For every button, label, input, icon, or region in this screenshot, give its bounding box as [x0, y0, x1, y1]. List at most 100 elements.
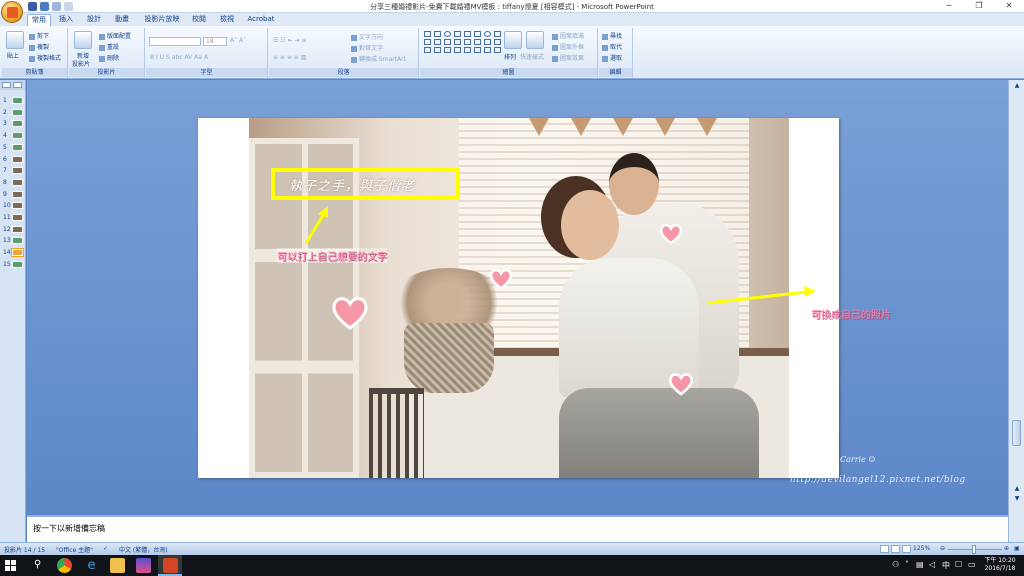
align-text-button[interactable]: 對齊文字 — [351, 43, 383, 52]
slide-thumbnail-image[interactable] — [12, 237, 23, 245]
shape-effects-button[interactable]: 圖案效果 — [552, 53, 584, 62]
slide-thumbnail[interactable]: 2 — [2, 108, 24, 118]
slide-thumbnail[interactable]: 7 — [2, 166, 24, 176]
chrome-icon[interactable] — [57, 558, 72, 573]
spellcheck-icon[interactable]: ✓ — [103, 545, 108, 552]
tab-animations[interactable]: 動畫 — [111, 14, 133, 26]
fit-slide-icon[interactable]: ▣ — [1014, 545, 1020, 552]
delete-slide-button[interactable]: 刪除 — [99, 53, 119, 62]
reset-button[interactable]: 重設 — [99, 42, 119, 51]
select-button[interactable]: 選取 — [602, 53, 622, 62]
outline-tab[interactable] — [13, 82, 22, 88]
slide-thumbnail-image[interactable] — [12, 108, 23, 116]
shape-outline-button[interactable]: 圖案外框 — [552, 42, 584, 51]
font-format-buttons[interactable]: B I U S abc AV Aa A — [150, 54, 208, 61]
app-icon[interactable] — [136, 558, 151, 573]
slide-thumbnail[interactable]: 5 — [2, 143, 24, 153]
volume-icon[interactable]: ◁ — [929, 560, 935, 569]
zoom-level[interactable]: 125% — [913, 545, 930, 552]
slide-thumbnail[interactable]: 9 — [2, 190, 24, 200]
powerpoint-icon[interactable] — [163, 558, 178, 573]
grow-font-button[interactable]: A˄ A˅ — [230, 37, 246, 44]
slide-thumbnail-image[interactable] — [12, 167, 23, 175]
scroll-thumb[interactable] — [1012, 420, 1021, 446]
slides-tab[interactable] — [2, 82, 11, 88]
slide-thumbnail[interactable]: 6 — [2, 155, 24, 165]
replace-button[interactable]: 取代 — [602, 42, 622, 51]
slide-sorter-button[interactable] — [891, 545, 900, 553]
tab-insert[interactable]: 插入 — [55, 14, 77, 26]
slide-thumbnail-image[interactable] — [12, 155, 23, 163]
tab-home[interactable]: 常用 — [27, 14, 51, 26]
shapes-gallery[interactable] — [424, 31, 502, 53]
paste-button[interactable]: 貼上 — [7, 51, 19, 60]
cut-button[interactable]: 剪下 — [29, 31, 49, 40]
notes-scrollbar[interactable] — [1008, 515, 1024, 542]
layout-button[interactable]: 版面配置 — [99, 31, 131, 40]
new-slide-icon[interactable] — [74, 31, 92, 49]
zoom-out-icon[interactable]: ⊖ — [940, 545, 945, 552]
slide-thumbnail[interactable]: 11 — [2, 213, 24, 223]
people-icon[interactable]: ⚇ — [892, 560, 899, 569]
slideshow-button[interactable] — [902, 545, 911, 553]
list-buttons[interactable]: ☰ ☷ ⇤ ⇥ ≡ — [273, 37, 306, 44]
font-size-combo[interactable]: 18 — [203, 37, 227, 46]
format-painter-button[interactable]: 複製格式 — [29, 53, 61, 62]
language-indicator[interactable]: 中文 (繁體，台灣) — [119, 545, 168, 554]
office-button[interactable] — [1, 1, 23, 23]
slide-thumbnail-image[interactable] — [12, 225, 23, 233]
zoom-in-icon[interactable]: ⊕ — [1004, 545, 1009, 552]
slide-canvas[interactable]: 執子之手，與子偕老 — [198, 118, 839, 478]
slide-thumbnail-image[interactable] — [12, 214, 23, 221]
tab-acrobat[interactable]: Acrobat — [244, 14, 278, 26]
slide-thumbnail-image[interactable] — [12, 202, 23, 210]
edge-icon[interactable]: e — [84, 558, 99, 573]
quote-frame[interactable]: 執子之手，與子偕老 — [271, 168, 460, 200]
windows-start-icon[interactable] — [5, 560, 16, 571]
slide-thumbnail[interactable]: 1 — [2, 96, 24, 106]
restore-button[interactable]: ❐ — [964, 0, 994, 13]
slide-thumbnail[interactable]: 15 — [2, 260, 24, 270]
tab-design[interactable]: 設計 — [83, 14, 105, 26]
align-buttons[interactable]: ≡ ≡ ≡ ≡ ▥ — [273, 54, 306, 61]
slide-thumbnail[interactable]: 14 — [2, 248, 24, 258]
next-slide-icon[interactable]: ▼ — [1013, 495, 1021, 503]
notes-pane[interactable]: 按一下以新增備忘稿 — [27, 515, 1008, 542]
system-clock[interactable]: 下午 10:20 2016/7/18 — [980, 557, 1020, 573]
smartart-button[interactable]: 轉換成 SmartArt — [351, 54, 406, 63]
quick-styles-button[interactable]: 快速樣式 — [520, 52, 544, 61]
tab-review[interactable]: 校閱 — [188, 14, 210, 26]
normal-view-button[interactable] — [880, 545, 889, 553]
slide-thumbnail[interactable]: 8 — [2, 178, 24, 188]
notes-placeholder[interactable]: 按一下以新增備忘稿 — [33, 523, 105, 534]
notification-icon[interactable]: ☐ — [955, 560, 962, 569]
paste-icon[interactable] — [6, 31, 24, 49]
find-button[interactable]: 尋找 — [602, 31, 622, 40]
slide-thumbnail-image[interactable] — [12, 260, 23, 268]
slide-thumbnail-image[interactable] — [11, 248, 24, 258]
tab-slideshow[interactable]: 投影片放映 — [139, 14, 185, 26]
font-name-combo[interactable] — [149, 37, 201, 46]
slide-thumbnail-image[interactable] — [12, 132, 23, 140]
arrange-button[interactable]: 排列 — [504, 52, 516, 61]
scroll-up-icon[interactable]: ▲ — [1013, 82, 1021, 90]
battery-icon[interactable]: ▭ — [968, 560, 976, 569]
search-icon[interactable]: ⚲ — [34, 559, 41, 570]
slide-thumbnail-image[interactable] — [12, 178, 23, 186]
quote-text[interactable]: 執子之手，與子偕老 — [289, 175, 415, 194]
slide-thumbnail[interactable]: 10 — [2, 201, 24, 211]
chevron-up-icon[interactable]: ˄ — [905, 560, 909, 569]
slide-thumbnail-image[interactable] — [12, 190, 23, 198]
shape-fill-button[interactable]: 圖案填滿 — [552, 31, 584, 40]
slide-thumbnail-image[interactable] — [12, 120, 23, 128]
slide-thumbnail-image[interactable] — [12, 143, 23, 151]
vertical-scrollbar[interactable]: ▲ ▲ ▼ — [1008, 80, 1024, 515]
copy-button[interactable]: 複製 — [29, 42, 49, 51]
slide-thumbnail[interactable]: 4 — [2, 131, 24, 141]
arrange-icon[interactable] — [504, 31, 522, 49]
new-slide-button-line2[interactable]: 投影片 — [72, 59, 90, 68]
network-icon[interactable]: ▤ — [916, 560, 924, 569]
slide-thumbnail[interactable]: 12 — [2, 225, 24, 235]
couple-photo[interactable]: 執子之手，與子偕老 — [249, 118, 789, 478]
text-direction-button[interactable]: 文字方向 — [351, 32, 383, 41]
